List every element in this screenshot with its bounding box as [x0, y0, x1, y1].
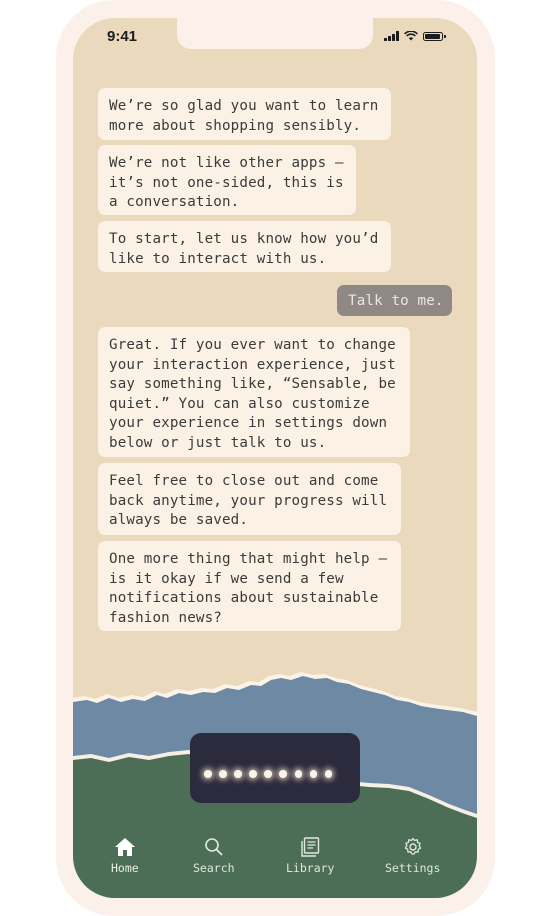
message-bubble: We’re not like other apps — it’s not one…: [98, 145, 356, 215]
nav-settings[interactable]: Settings: [385, 837, 440, 875]
cellular-signal-icon: [384, 31, 399, 41]
status-time: 9:41: [107, 28, 138, 45]
user-message-bubble: Talk to me.: [337, 285, 452, 316]
gear-icon: [404, 837, 421, 855]
library-icon: [301, 837, 320, 857]
nav-library-label: Library: [286, 861, 335, 875]
nav-home-label: Home: [111, 861, 139, 875]
message-bubble: To start, let us know how you’d like to …: [98, 221, 391, 272]
nav-home[interactable]: Home: [111, 837, 139, 875]
message-bubble: Feel free to close out and come back any…: [98, 463, 401, 535]
message-bubble: We’re so glad you want to learn more abo…: [98, 88, 391, 140]
bottom-navigation: Home Search Library Settings: [73, 814, 477, 898]
search-icon: [204, 838, 223, 856]
app-screen: 9:41 We’re so glad you want to learn mor…: [73, 18, 477, 898]
voice-activity-dots: [204, 770, 333, 778]
nav-search-label: Search: [193, 861, 235, 875]
device-notch: [177, 18, 373, 49]
nav-library[interactable]: Library: [286, 837, 334, 875]
voice-input-indicator[interactable]: [190, 733, 360, 803]
battery-icon: [423, 31, 446, 41]
nav-search[interactable]: Search: [193, 837, 235, 875]
message-bubble: One more thing that might help — is it o…: [98, 541, 401, 631]
home-icon: [114, 838, 135, 856]
status-icons: [384, 31, 446, 41]
message-bubble: Great. If you ever want to change your i…: [98, 327, 410, 457]
nav-settings-label: Settings: [385, 861, 441, 875]
wifi-icon: [404, 31, 418, 41]
